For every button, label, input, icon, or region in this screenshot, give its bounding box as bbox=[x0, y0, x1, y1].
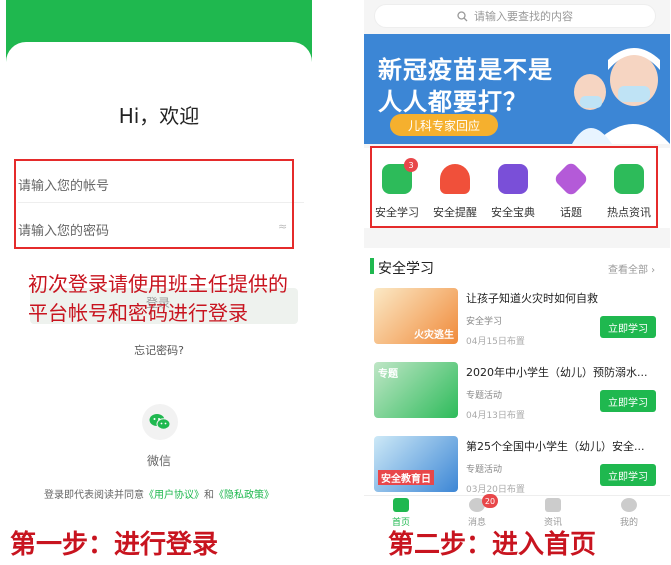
tab-profile[interactable]: 我的 bbox=[604, 498, 654, 527]
privacy-policy-link[interactable]: 《隐私政策》 bbox=[214, 490, 274, 501]
news-tab-icon bbox=[545, 498, 561, 512]
agree-prefix: 登录即代表阅读并同意 bbox=[44, 490, 144, 501]
agreement-text: 登录即代表阅读并同意《用户协议》和《隐私政策》 bbox=[6, 486, 312, 501]
highlight-box-categories bbox=[370, 146, 658, 228]
tab-news[interactable]: 资讯 bbox=[528, 498, 578, 527]
list-item[interactable]: 专题 2020年中小学生（幼儿）预防溺水... 专题活动 04月13日布置 立即… bbox=[374, 362, 664, 432]
highlight-box-login-fields bbox=[14, 159, 294, 249]
item-date: 04月13日布置 bbox=[466, 411, 525, 421]
banner-line1: 新冠疫苗是不是 bbox=[378, 56, 553, 84]
home-icon bbox=[393, 498, 409, 512]
tab-home[interactable]: 首页 bbox=[376, 498, 426, 527]
agree-and: 和 bbox=[204, 490, 214, 501]
login-screen: Hi，欢迎 请输入您的帐号 请输入您的密码 ≈ 登录 初次登录请使用班主任提供的… bbox=[6, 0, 312, 527]
user-agreement-link[interactable]: 《用户协议》 bbox=[144, 490, 204, 501]
wechat-label: 微信 bbox=[146, 454, 171, 468]
thumb-text: 火灾逃生 bbox=[414, 330, 454, 341]
greeting: Hi，欢迎 bbox=[118, 104, 200, 128]
item-category: 专题活动 bbox=[466, 391, 503, 401]
forgot-password-link[interactable]: 忘记密码? bbox=[6, 342, 312, 358]
item-category: 专题活动 bbox=[466, 465, 503, 475]
view-all-link[interactable]: 查看全部 › bbox=[608, 261, 655, 276]
wechat-login-button[interactable] bbox=[142, 404, 178, 440]
section-accent bbox=[370, 258, 374, 274]
list-item[interactable]: 火灾逃生 让孩子知道火灾时如何自救 安全学习 04月15日布置 立即学习 bbox=[374, 288, 664, 358]
item-thumbnail: 火灾逃生 bbox=[374, 288, 458, 344]
annotation-text: 初次登录请使用班主任提供的平台帐号和密码进行登录 bbox=[28, 272, 288, 325]
thumb-text: 安全教育日 bbox=[378, 470, 434, 485]
study-now-button[interactable]: 立即学习 bbox=[600, 316, 656, 338]
profile-icon bbox=[621, 498, 637, 512]
home-screen: 请输入要查找的内容 新冠疫苗是不是 人人都要打？ 儿科专家回应 3 安全学习 安… bbox=[364, 0, 670, 527]
thumb-text: 专题 bbox=[378, 369, 398, 380]
banner[interactable]: 新冠疫苗是不是 人人都要打？ 儿科专家回应 bbox=[364, 34, 670, 144]
search-icon bbox=[457, 10, 468, 21]
item-title: 第25个全国中小学生（幼儿）安全... bbox=[466, 440, 645, 453]
section-title: 安全学习 bbox=[378, 261, 434, 277]
step-two-caption: 第二步：进入首页 bbox=[388, 530, 597, 560]
nurse-illustration-icon bbox=[572, 48, 670, 144]
study-now-button[interactable]: 立即学习 bbox=[600, 390, 656, 412]
banner-line2: 人人都要打？ bbox=[378, 88, 528, 116]
search-input[interactable]: 请输入要查找的内容 bbox=[374, 4, 656, 28]
item-date: 04月15日布置 bbox=[466, 337, 525, 347]
study-now-button[interactable]: 立即学习 bbox=[600, 464, 656, 486]
step-one-caption: 第一步：进行登录 bbox=[10, 530, 219, 560]
item-thumbnail: 专题 bbox=[374, 362, 458, 418]
messages-badge: 20 bbox=[482, 494, 498, 508]
item-title: 让孩子知道火灾时如何自救 bbox=[466, 292, 598, 305]
wechat-icon bbox=[149, 414, 171, 430]
banner-pill: 儿科专家回应 bbox=[390, 114, 498, 136]
item-category: 安全学习 bbox=[466, 317, 503, 327]
tab-label: 我的 bbox=[619, 518, 638, 527]
login-card: Hi，欢迎 请输入您的帐号 请输入您的密码 ≈ 登录 初次登录请使用班主任提供的… bbox=[6, 42, 312, 527]
item-date: 03月20日布置 bbox=[466, 485, 525, 495]
item-thumbnail: 安全教育日 bbox=[374, 436, 458, 492]
item-title: 2020年中小学生（幼儿）预防溺水... bbox=[466, 366, 648, 379]
search-placeholder: 请输入要查找的内容 bbox=[474, 10, 573, 23]
